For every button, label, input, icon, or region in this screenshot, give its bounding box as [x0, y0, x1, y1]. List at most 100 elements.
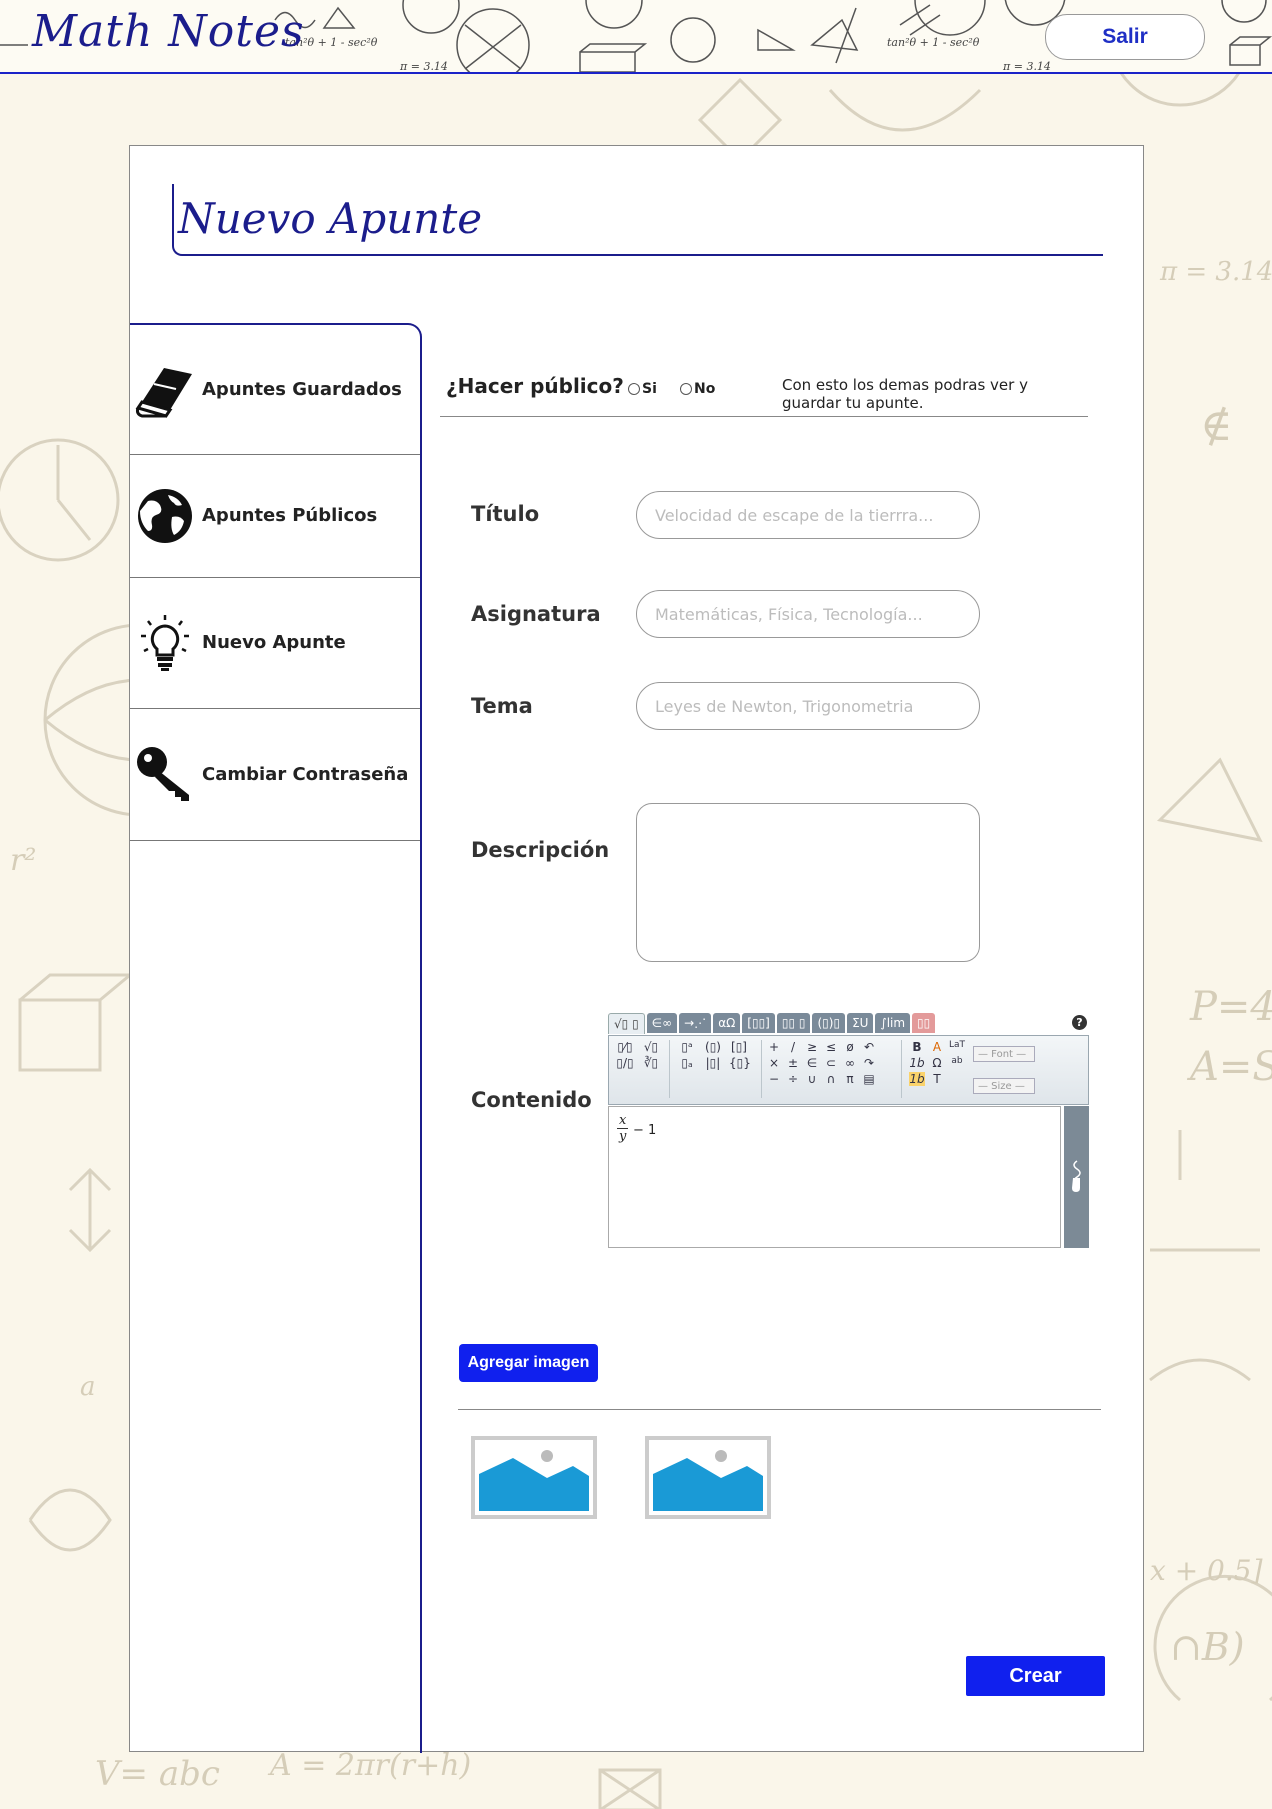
title-input[interactable] [636, 491, 980, 539]
slash-fraction-icon[interactable]: ▯/▯ [615, 1056, 635, 1070]
sidebar-item-saved-notes[interactable]: Apuntes Guardados [130, 325, 420, 455]
svg-text:A = 2πr(r+h): A = 2πr(r+h) [267, 1748, 471, 1783]
brand-logo[interactable]: Math Notes [32, 6, 305, 57]
public-yes-radio[interactable]: Si [628, 381, 657, 397]
svg-text:∉: ∉ [1200, 400, 1233, 451]
subject-label: Asignatura [471, 602, 601, 626]
sidebar-item-public-notes[interactable]: Apuntes Públicos [130, 454, 420, 578]
image-thumbnail[interactable] [471, 1436, 597, 1519]
svg-text:π = 3.14: π = 3.14 [399, 60, 448, 72]
toolbar-format-group: B A LaT 1b Ωab 1b T [909, 1040, 965, 1086]
editor-tab-arrows[interactable]: →⋰ [679, 1013, 712, 1033]
description-label: Descripción [471, 838, 610, 862]
plus-icon[interactable]: + [767, 1040, 781, 1054]
latex-icon[interactable]: LaT [949, 1040, 965, 1054]
editor-tab-chemistry[interactable]: ▯▯ [912, 1013, 936, 1033]
plus-minus-icon[interactable]: ± [786, 1056, 800, 1070]
editor-tab-sets[interactable]: ∈∞ [646, 1013, 678, 1033]
divide-icon[interactable]: ÷ [786, 1072, 800, 1086]
toolbar-scripts-group: ▯ᵃ (▯) [▯] ▯ₐ |▯| {▯} [677, 1040, 751, 1070]
undo-icon[interactable]: ↶ [862, 1040, 876, 1054]
editor-tab-brackets[interactable]: (▯)▯ [812, 1013, 846, 1033]
toolbar-operators-group: + / ≥ ≤ ø ↶ × ± ∈ ⊂ ∞ ↷ − ÷ ∪ ∩ π ▤ [767, 1040, 876, 1086]
union-icon[interactable]: ∪ [805, 1072, 819, 1086]
superscript-icon[interactable]: ▯ᵃ [677, 1040, 697, 1054]
leq-icon[interactable]: ≤ [824, 1040, 838, 1054]
handwriting-toggle[interactable] [1064, 1106, 1089, 1248]
editor-tab-sums[interactable]: ΣU [847, 1013, 874, 1033]
formula-fraction: x y [617, 1113, 629, 1144]
size-select[interactable]: — Size — [973, 1078, 1035, 1094]
editor-tab-scripts[interactable]: ▯▯ ▯ [776, 1013, 811, 1033]
editor-tab-roots[interactable]: √▯ ▯ [608, 1013, 645, 1034]
svg-text:P=4: P=4 [1189, 984, 1272, 1030]
italic-number-icon[interactable]: 1b [909, 1056, 925, 1070]
abs-icon[interactable]: |▯| [703, 1056, 723, 1070]
topic-input[interactable] [636, 682, 980, 730]
sidebar-item-new-note[interactable]: Nuevo Apunte [130, 577, 420, 709]
radio-circle [628, 383, 640, 395]
infinity-icon[interactable]: ∞ [843, 1056, 857, 1070]
font-select[interactable]: — Font — [973, 1046, 1035, 1062]
element-of-icon[interactable]: ∈ [805, 1056, 819, 1070]
geq-icon[interactable]: ≥ [805, 1040, 819, 1054]
minus-icon[interactable]: − [767, 1072, 781, 1086]
logout-button[interactable]: Salir [1045, 14, 1205, 60]
parens-icon[interactable]: (▯) [703, 1040, 723, 1054]
top-header: tan²θ + 1 - sec²θ tan²θ + 1 - sec²θ π = … [0, 0, 1272, 74]
mathml-icon[interactable]: ab [949, 1056, 965, 1070]
page-title: Nuevo Apunte [178, 194, 483, 243]
public-question: ¿Hacer público? [446, 374, 624, 398]
help-icon[interactable]: ? [1072, 1015, 1087, 1030]
formula-rest: − 1 [633, 1123, 657, 1138]
redo-icon[interactable]: ↷ [862, 1056, 876, 1070]
divider [458, 1409, 1101, 1410]
svg-text:x + 0.5]: x + 0.5] [1150, 1554, 1263, 1587]
book-icon [130, 362, 200, 418]
svg-text:π = 3.14: π = 3.14 [1002, 60, 1051, 72]
math-editor: √▯ ▯ ∈∞ →⋰ αΩ [▯▯] ▯▯ ▯ (▯)▯ ΣU ∫lim ▯▯ … [608, 1013, 1089, 1248]
handwriting-icon [1072, 1160, 1081, 1192]
paste-icon[interactable]: ▤ [862, 1072, 876, 1086]
intersection-icon[interactable]: ∩ [824, 1072, 838, 1086]
editor-tab-greek[interactable]: αΩ [713, 1013, 741, 1033]
globe-icon [130, 487, 200, 545]
pi-icon[interactable]: π [843, 1072, 857, 1086]
svg-text:V= abc: V= abc [95, 1754, 220, 1794]
subscript-icon[interactable]: ▯ₐ [677, 1056, 697, 1070]
description-textarea[interactable] [636, 803, 980, 962]
times-icon[interactable]: × [767, 1056, 781, 1070]
bold-icon[interactable]: B [909, 1040, 925, 1054]
omega-icon[interactable]: Ω [929, 1056, 945, 1070]
svg-text:a: a [80, 1372, 96, 1402]
create-button[interactable]: Crear [966, 1656, 1105, 1696]
public-no-radio[interactable]: No [680, 381, 715, 397]
lightbulb-icon [130, 614, 200, 672]
image-placeholder-icon [479, 1450, 589, 1511]
braces-icon[interactable]: {▯} [729, 1056, 751, 1070]
text-mode-icon[interactable]: 1b [909, 1072, 925, 1086]
toolbar-fractions-group: ▯⁄▯ √▯ ▯/▯ ∛▯ [615, 1040, 661, 1070]
subset-icon[interactable]: ⊂ [824, 1056, 838, 1070]
brackets-icon[interactable]: [▯] [729, 1040, 749, 1054]
editor-toolbar: ▯⁄▯ √▯ ▯/▯ ∛▯ ▯ᵃ (▯) [▯] ▯ₐ |▯| {▯} + / ≥ ≤ ø ↶ × ± ∈… [608, 1035, 1089, 1105]
sqrt-icon[interactable]: √▯ [641, 1040, 661, 1054]
editor-tab-matrices[interactable]: [▯▯] [742, 1013, 775, 1033]
fraction-icon[interactable]: ▯⁄▯ [615, 1040, 635, 1054]
editor-tab-calculus[interactable]: ∫lim [875, 1013, 911, 1033]
public-toggle-row: ¿Hacer público? Si No Con esto los demas… [440, 366, 1088, 417]
image-thumbnail[interactable] [645, 1436, 771, 1519]
image-placeholder-icon [653, 1450, 763, 1511]
text-color-icon[interactable]: A [929, 1040, 945, 1054]
empty-set-icon[interactable]: ø [843, 1040, 857, 1054]
subject-input[interactable] [636, 590, 980, 638]
sidebar-item-change-password[interactable]: Cambiar Contraseña [130, 708, 420, 841]
add-image-button[interactable]: Agregar imagen [459, 1344, 598, 1382]
text-cursor-icon[interactable]: T [929, 1072, 945, 1086]
formula-edit-area[interactable]: x y − 1 [608, 1106, 1061, 1248]
nth-root-icon[interactable]: ∛▯ [641, 1056, 661, 1070]
main-card: Nuevo Apunte Apuntes Guardados Apuntes P… [129, 145, 1144, 1753]
key-icon [130, 745, 200, 803]
divide-slash-icon[interactable]: / [786, 1040, 800, 1054]
